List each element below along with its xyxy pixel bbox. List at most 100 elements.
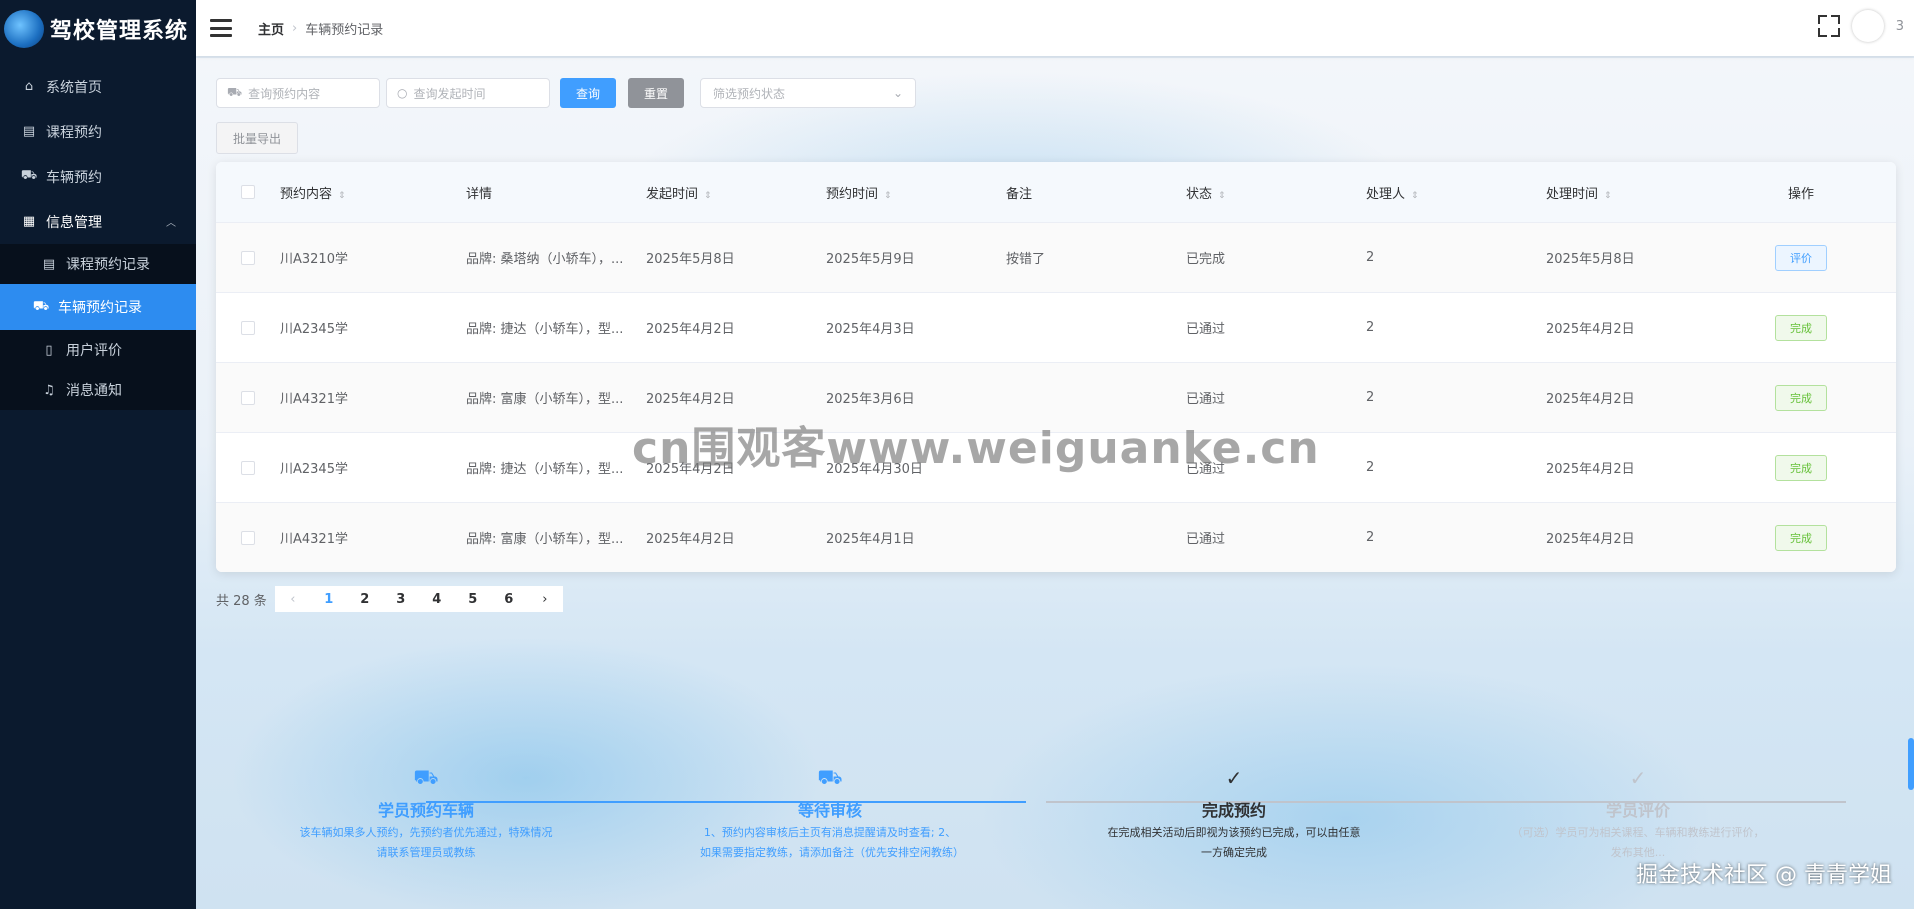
step-complete: ✓ 完成预约 在完成相关活动后即视为该预约已完成，可以由任意一方确定完成 — [1104, 765, 1364, 863]
avatar-badge: 3 — [1895, 18, 1904, 34]
cell-status: 已完成 — [1186, 252, 1226, 267]
query-button[interactable]: 查询 — [560, 78, 616, 108]
sort-icon: ⇕ — [1604, 190, 1612, 201]
course-icon: ▤ — [42, 256, 56, 272]
cell-reserved: 2025年3月6日 — [826, 392, 915, 407]
sidebar-item-vehicle[interactable]: ⛟ 车辆预约 — [0, 154, 196, 199]
cell-handled: 2025年5月8日 — [1546, 252, 1635, 267]
breadcrumb-home[interactable]: 主页 — [258, 19, 284, 38]
select-all-checkbox[interactable] — [241, 185, 255, 199]
cell-content: 川A3210学 — [280, 252, 348, 267]
chevron-down-icon: ⌄ — [892, 86, 903, 100]
sidebar-item-label: 信息管理 — [46, 214, 102, 231]
truck-icon: ⛟ — [817, 764, 843, 789]
export-button[interactable]: 批量导出 — [216, 122, 298, 154]
sidebar-item-label: 消息通知 — [66, 383, 122, 399]
page-number[interactable]: 6 — [491, 592, 527, 607]
pagination: 共 28 条 ‹ 1 2 3 4 5 6 › — [216, 586, 563, 612]
sidebar-item-notifications[interactable]: ♫ 消息通知 — [0, 370, 196, 410]
cell-handler: 2 — [1366, 390, 1375, 405]
column-header: 详情 — [466, 186, 493, 202]
row-checkbox[interactable] — [241, 530, 255, 545]
chevron-up-icon: ︿ — [166, 218, 176, 229]
search-icon: ○ — [397, 86, 408, 100]
cell-handled: 2025年4月2日 — [1546, 532, 1635, 547]
complete-button[interactable]: 完成 — [1775, 384, 1827, 411]
sidebar-item-course[interactable]: ▤ 课程预约 — [0, 109, 196, 154]
scrollbar[interactable] — [1908, 738, 1914, 790]
row-checkbox[interactable] — [241, 250, 255, 265]
next-page-icon[interactable]: › — [527, 592, 563, 607]
status-select[interactable]: 筛选预约状态 ⌄ — [700, 78, 916, 108]
column-header[interactable]: 预约内容 ⇕ — [280, 183, 466, 202]
sidebar-item-info[interactable]: ▦ 信息管理 ︿ — [0, 199, 196, 244]
search-content-placeholder: 查询预约内容 — [248, 86, 321, 101]
app-logo: 驾校管理系统 — [0, 0, 196, 58]
top-right-tools: 3 — [1817, 10, 1904, 42]
cell-content: 川A2345学 — [280, 462, 348, 477]
check-circle-icon: ✓ — [1225, 766, 1243, 790]
fullscreen-icon[interactable] — [1817, 15, 1840, 37]
sidebar-item-label: 用户评价 — [66, 343, 122, 359]
column-header: 备注 — [1006, 186, 1033, 202]
truck-icon: ⛟ — [20, 168, 38, 183]
column-header[interactable]: 处理人 ⇕ — [1366, 183, 1546, 202]
watermark: cn围观客www.weiguanke.cn — [632, 423, 1320, 474]
row-checkbox[interactable] — [241, 390, 255, 405]
column-header[interactable]: 状态 ⇕ — [1186, 183, 1366, 202]
complete-button[interactable]: 完成 — [1775, 524, 1827, 551]
cell-handled: 2025年4月2日 — [1546, 322, 1635, 337]
cell-reserved: 2025年5月9日 — [826, 252, 915, 267]
column-header[interactable]: 预约时间 ⇕ — [826, 183, 1006, 202]
cell-handled: 2025年4月2日 — [1546, 392, 1635, 407]
sort-icon: ⇕ — [1218, 190, 1226, 201]
page-number[interactable]: 4 — [419, 592, 455, 607]
cell-handler: 2 — [1366, 460, 1375, 475]
page-number[interactable]: 1 — [311, 592, 347, 607]
column-header[interactable]: 处理时间 ⇕ — [1546, 183, 1726, 202]
row-checkbox[interactable] — [241, 320, 255, 335]
complete-button[interactable]: 完成 — [1775, 314, 1827, 341]
search-time-input[interactable]: ○ 查询发起时间 — [386, 78, 550, 108]
sidebar-item-home[interactable]: ⌂ 系统首页 — [0, 64, 196, 109]
sort-icon: ⇕ — [1411, 190, 1419, 201]
complete-button[interactable]: 完成 — [1775, 454, 1827, 481]
sidebar-item-label: 车辆预约 — [46, 169, 102, 186]
step-desc: 1、预约内容审核后主页有消息提醒请及时查看; 2、如果需要指定教练，请添加备注（… — [700, 826, 964, 859]
truck-icon: ⛟ — [32, 298, 50, 314]
column-header[interactable]: 发起时间 ⇕ — [646, 183, 826, 202]
page-number[interactable]: 5 — [455, 592, 491, 607]
bell-icon: ♫ — [43, 382, 55, 398]
cell-handler: 2 — [1366, 320, 1375, 335]
sidebar-item-reviews[interactable]: ▯ 用户评价 — [0, 330, 196, 370]
home-icon: ⌂ — [24, 79, 34, 94]
cell-detail: 品牌: 桑塔纳（小轿车），... — [466, 252, 624, 267]
row-checkbox[interactable] — [241, 460, 255, 475]
sidebar-item-vehicle-records[interactable]: ⛟ 车辆预约记录 — [0, 284, 196, 330]
page-number[interactable]: 3 — [383, 592, 419, 607]
cell-status: 已通过 — [1186, 392, 1226, 407]
breadcrumb-separator-icon: › — [292, 20, 298, 36]
reset-button[interactable]: 重置 — [628, 78, 684, 108]
cell-detail: 品牌: 捷达（小轿车），型... — [466, 322, 624, 337]
avatar[interactable] — [1851, 10, 1884, 42]
sidebar-item-course-records[interactable]: ▤ 课程预约记录 — [0, 244, 196, 284]
table-header: 预约内容 ⇕ 详情 发起时间 ⇕ 预约时间 ⇕ 备注 状态 ⇕ 处理人 ⇕ 处理时间 ⇕ 操… — [216, 162, 1896, 223]
page-number[interactable]: 2 — [347, 592, 383, 607]
menu-toggle-icon[interactable] — [210, 19, 232, 37]
prev-page-icon[interactable]: ‹ — [275, 592, 311, 607]
cell-created: 2025年5月8日 — [646, 252, 735, 267]
sidebar-item-label: 课程预约 — [46, 124, 102, 141]
truck-icon: ⛟ — [227, 85, 243, 99]
cell-note: 按错了 — [1006, 252, 1046, 267]
sort-icon: ⇕ — [338, 190, 346, 201]
step-title: 完成预约 — [1201, 801, 1266, 820]
sort-icon: ⇕ — [884, 190, 892, 201]
cell-detail: 品牌: 富康（小轿车），型... — [466, 532, 624, 547]
step-reserve: ⛟ 学员预约车辆 该车辆如果多人预约，先预约者优先通过，特殊情况请联系管理员或教… — [296, 765, 556, 863]
breadcrumb: 主页 › 车辆预约记录 — [258, 19, 383, 38]
app-title: 驾校管理系统 — [50, 19, 189, 44]
review-button[interactable]: 评价 — [1775, 244, 1827, 271]
search-content-input[interactable]: ⛟ 查询预约内容 — [216, 78, 380, 108]
search-time-placeholder: 查询发起时间 — [413, 86, 486, 101]
